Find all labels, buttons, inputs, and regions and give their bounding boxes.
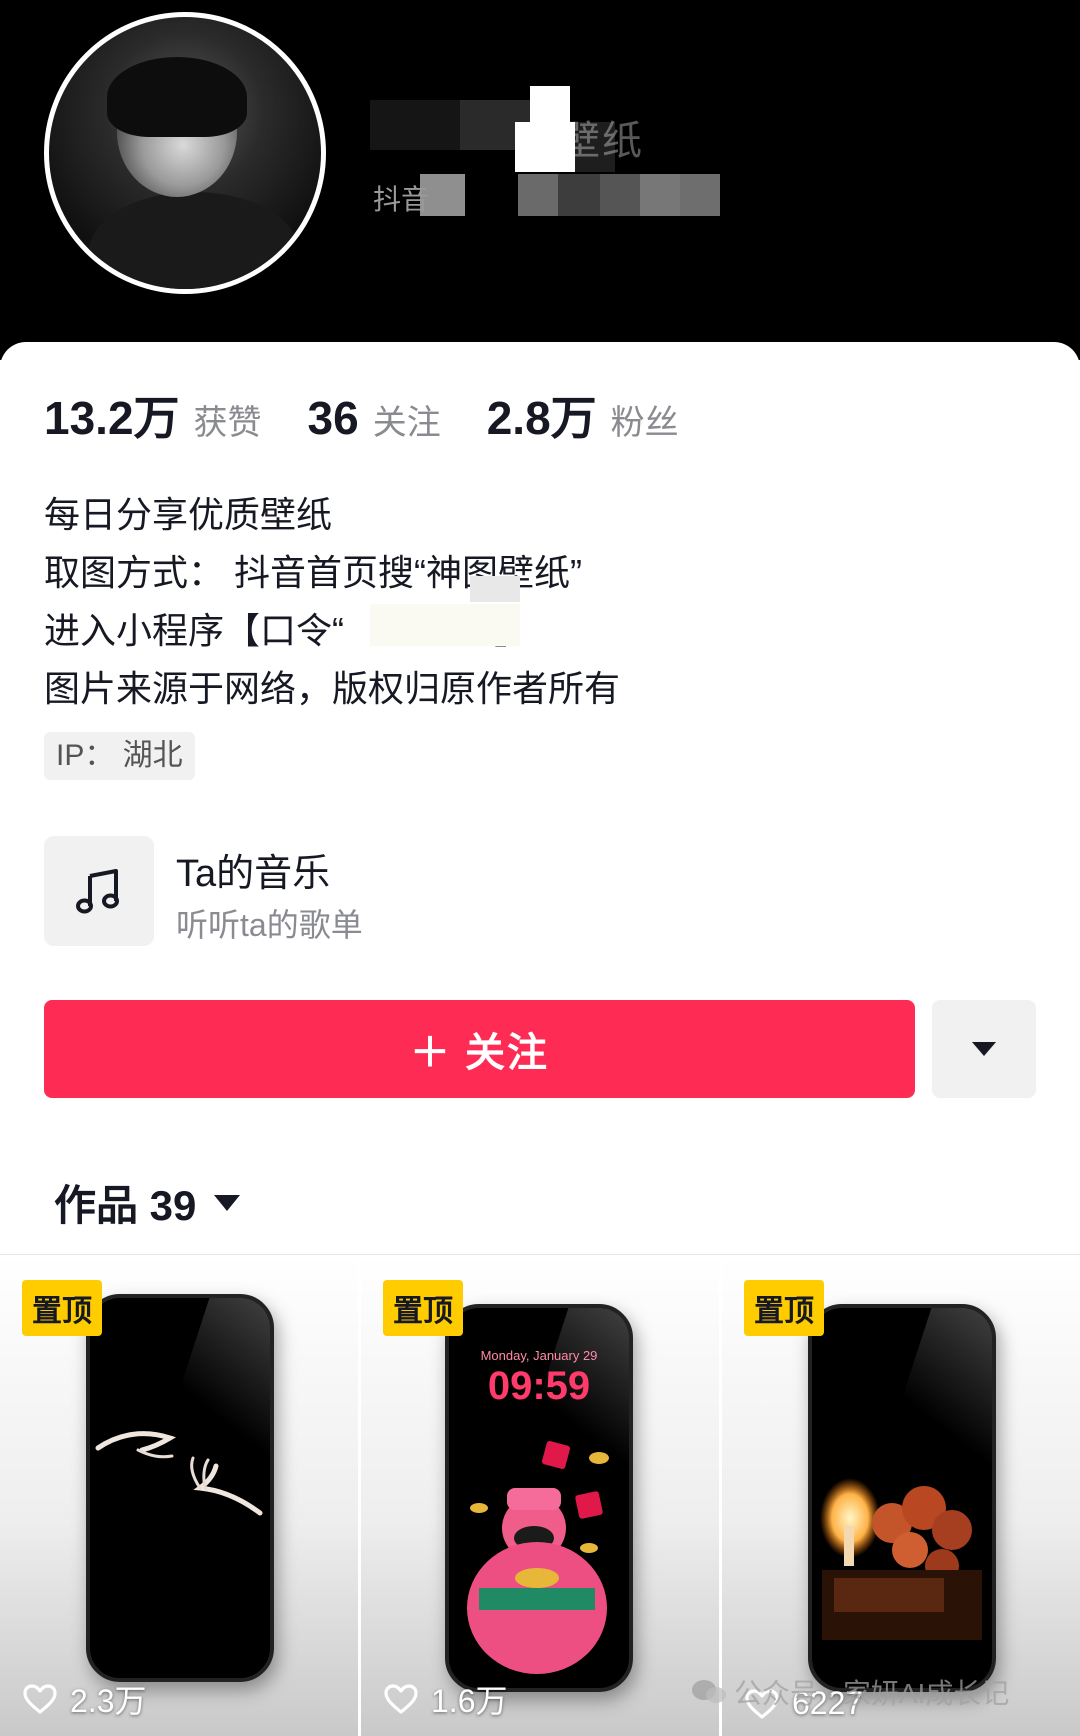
stat-followers-value: 2.8万 xyxy=(486,392,597,444)
like-count-value: 2.3万 xyxy=(70,1683,147,1719)
censor-block xyxy=(470,576,520,602)
chevron-down-icon xyxy=(972,1042,996,1056)
hands-illustration xyxy=(95,1431,263,1516)
ip-location-tag: IP： 湖北 xyxy=(44,732,195,780)
music-entry[interactable]: Ta的音乐 听听ta的歌单 xyxy=(44,836,644,946)
watermark: 公众号 · 家妍AI成长记 xyxy=(690,1672,1009,1712)
avatar-hair xyxy=(107,57,247,137)
censor-block xyxy=(370,604,520,646)
stat-likes-label: 获赞 xyxy=(193,404,262,442)
video-item[interactable]: 置顶 6227 xyxy=(722,1256,1080,1736)
stat-followers-label: 粉丝 xyxy=(610,404,679,442)
video-thumbnail xyxy=(808,1304,996,1692)
stat-likes[interactable]: 13.2万 获赞 xyxy=(44,382,262,448)
handle-prefix: 抖音 xyxy=(373,184,430,215)
more-options-button[interactable] xyxy=(932,1000,1036,1098)
video-thumbnail: Monday, January 29 09:59 xyxy=(445,1304,633,1692)
like-count: 2.3万 xyxy=(22,1676,147,1722)
pinned-badge: 置顶 xyxy=(383,1280,463,1336)
stat-following-label: 关注 xyxy=(372,404,441,442)
wechat-icon xyxy=(692,1680,726,1703)
like-count-value: 1.6万 xyxy=(431,1683,508,1719)
avatar-body xyxy=(89,192,299,289)
avatar[interactable] xyxy=(44,12,326,294)
stats-row: 13.2万 获赞 36 关注 2.8万 粉丝 xyxy=(44,382,725,448)
stat-following-value: 36 xyxy=(307,392,359,444)
works-label: 作品 39 xyxy=(54,1182,197,1229)
music-subtitle: 听听ta的歌单 xyxy=(176,907,363,943)
pinned-badge: 置顶 xyxy=(22,1280,102,1336)
video-thumbnail xyxy=(86,1294,274,1682)
bio: 每日分享优质壁纸 取图方式： 抖音首页搜“神图壁纸” 进入小程序【口令“】 图片… xyxy=(44,486,620,718)
bio-line-4: 图片来源于网络，版权归原作者所有 xyxy=(44,668,621,709)
username-fragment: 壁纸 xyxy=(560,119,644,163)
bio-line-1: 每日分享优质壁纸 xyxy=(44,494,333,535)
bio-line-3-start: 进入小程序【口令“ xyxy=(44,610,344,651)
god-of-wealth-illustration xyxy=(467,1440,609,1674)
pinned-badge: 置顶 xyxy=(744,1280,824,1336)
video-item[interactable]: Monday, January 29 09:59 置顶 1.6万 xyxy=(361,1256,719,1736)
watermark-text: 公众号 · 家妍AI成长记 xyxy=(734,1678,1010,1709)
bio-line-3: 进入小程序【口令“】 xyxy=(44,602,620,660)
stat-following[interactable]: 36 关注 xyxy=(308,391,441,445)
music-note-icon xyxy=(44,836,154,946)
heart-icon xyxy=(384,1684,418,1714)
video-item[interactable]: 置顶 2.3万 xyxy=(0,1256,358,1736)
profile-header: 壁纸 抖音 xyxy=(0,0,1080,360)
heart-icon xyxy=(23,1684,57,1714)
like-count: 1.6万 xyxy=(383,1676,508,1722)
follow-button[interactable]: ＋ 关注 xyxy=(44,1000,915,1098)
stat-likes-value: 13.2万 xyxy=(44,392,180,444)
caret-down-icon xyxy=(214,1194,241,1211)
stat-followers[interactable]: 2.8万 粉丝 xyxy=(487,382,679,448)
music-title: Ta的音乐 xyxy=(176,853,331,895)
candle-roses-illustration xyxy=(820,1478,982,1640)
bio-line-2: 取图方式： 抖音首页搜“神图壁纸” xyxy=(44,552,582,593)
tab-works[interactable]: 作品 39 xyxy=(54,1172,241,1233)
video-grid: 置顶 2.3万 Monday, January 29 09:59 置顶 1.6万… xyxy=(0,1256,1080,1736)
divider xyxy=(0,1254,1080,1255)
